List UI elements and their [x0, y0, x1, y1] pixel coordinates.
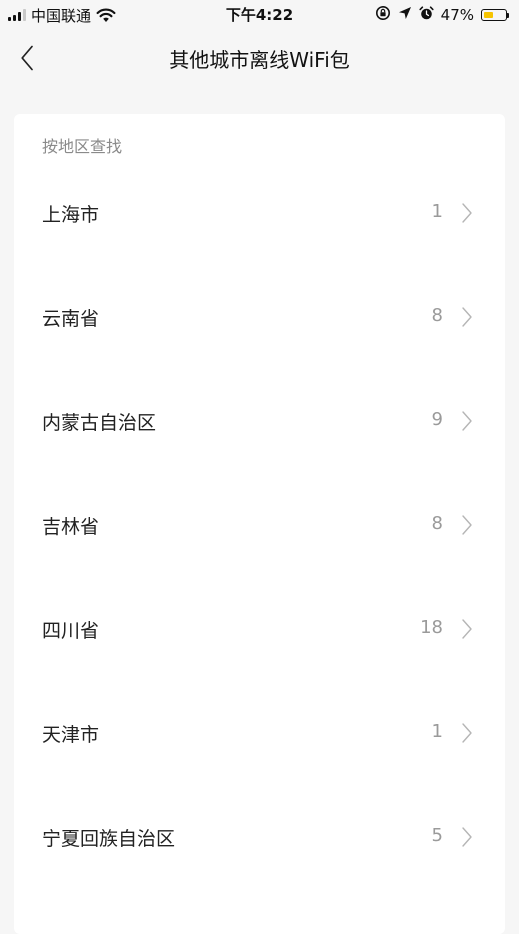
region-count: 1	[431, 721, 443, 742]
region-name: 天津市	[42, 724, 100, 746]
region-name: 四川省	[42, 620, 100, 642]
region-count: 9	[431, 409, 443, 430]
status-right: 47%	[375, 4, 509, 26]
status-bar: 中国联通 下午4:22 47%	[0, 0, 519, 30]
nav-bar: 其他城市离线WiFi包	[0, 30, 519, 86]
chevron-right-icon	[462, 203, 472, 223]
battery-fill	[484, 12, 493, 18]
region-count: 8	[431, 513, 443, 534]
chevron-right-icon	[462, 827, 472, 847]
chevron-right-icon	[462, 515, 472, 535]
region-count: 18	[420, 617, 443, 638]
alarm-icon	[419, 5, 434, 25]
region-list-item[interactable]: 天津市 1	[14, 682, 505, 786]
region-list: 上海市 1 云南省 8 内蒙古自治区 9 吉林省 8 四川省 18 天津市 1 宁夏回族自治区 5	[14, 162, 505, 890]
region-list-item[interactable]: 上海市 1	[14, 162, 505, 266]
region-list-item[interactable]: 内蒙古自治区 9	[14, 370, 505, 474]
region-count: 5	[431, 825, 443, 846]
chevron-right-icon	[462, 307, 472, 327]
orientation-lock-icon	[375, 5, 391, 25]
chevron-right-icon	[462, 723, 472, 743]
region-count: 1	[431, 201, 443, 222]
region-name: 上海市	[42, 204, 100, 226]
region-list-item[interactable]: 宁夏回族自治区 5	[14, 786, 505, 890]
section-header: 按地区查找	[42, 137, 123, 156]
region-list-item[interactable]: 云南省 8	[14, 266, 505, 370]
region-name: 云南省	[42, 308, 100, 330]
region-count: 8	[431, 305, 443, 326]
region-list-item[interactable]: 吉林省 8	[14, 474, 505, 578]
region-name: 宁夏回族自治区	[42, 828, 176, 850]
region-list-item[interactable]: 四川省 18	[14, 578, 505, 682]
region-name: 吉林省	[42, 516, 100, 538]
location-icon	[398, 6, 412, 24]
chevron-right-icon	[462, 411, 472, 431]
battery-percent: 47%	[440, 6, 474, 24]
chevron-right-icon	[462, 619, 472, 639]
battery-icon	[481, 9, 509, 21]
page-title: 其他城市离线WiFi包	[169, 48, 350, 72]
region-card: 按地区查找 上海市 1 云南省 8 内蒙古自治区 9 吉林省 8 四川省 18 天津市 1 宁夏回族自治…	[14, 114, 505, 934]
region-name: 内蒙古自治区	[42, 412, 157, 434]
